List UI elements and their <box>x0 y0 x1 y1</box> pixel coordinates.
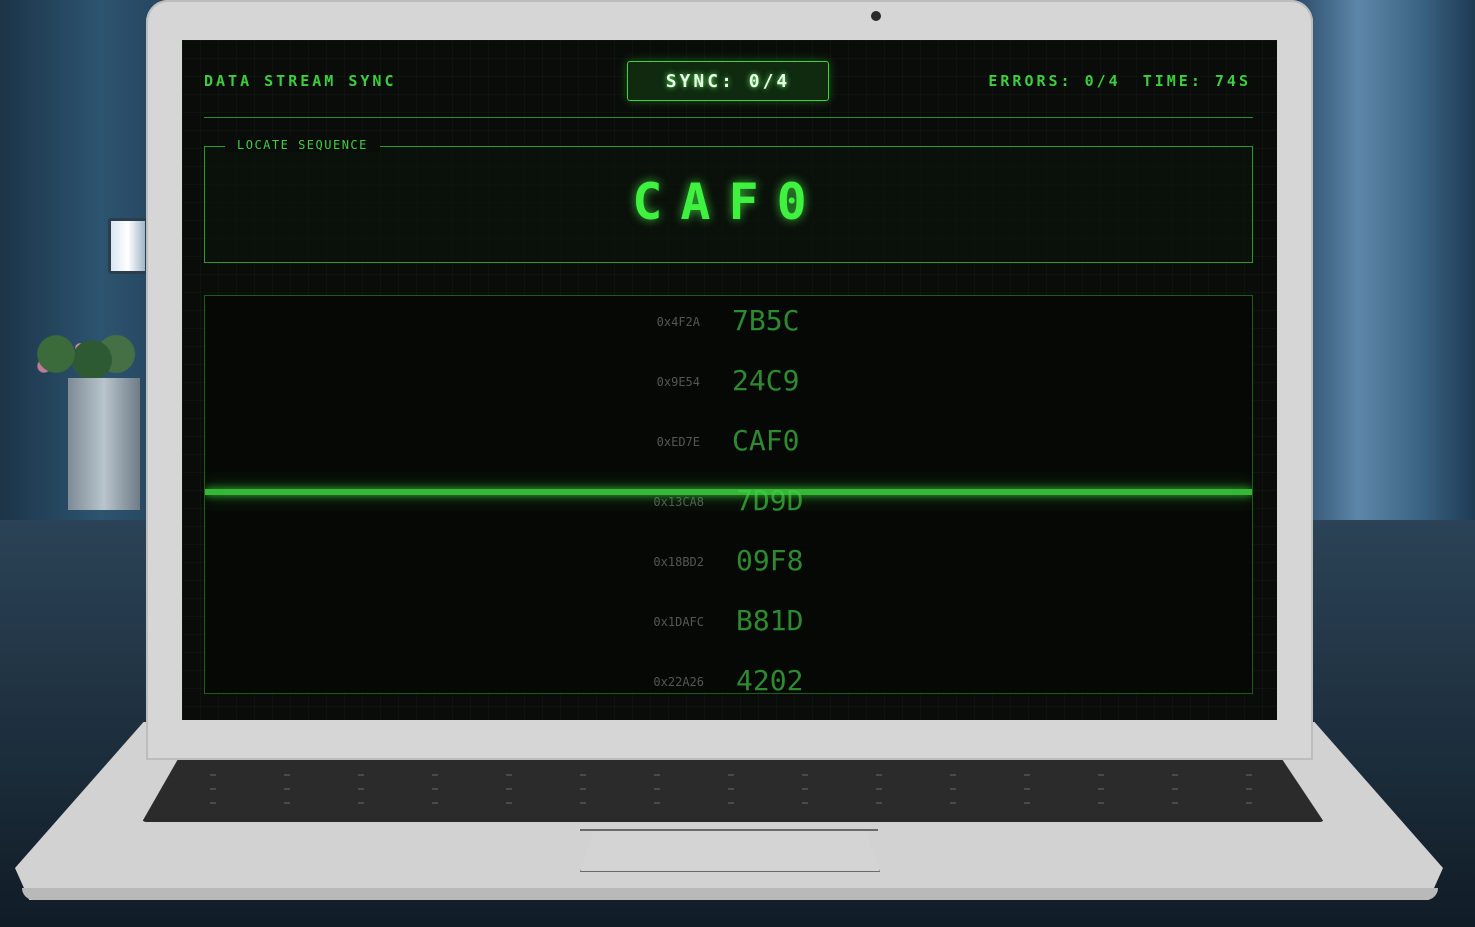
stream-code: 09F8 <box>736 544 804 577</box>
stream-row[interactable]: 0xED7E CAF0 <box>205 416 1252 476</box>
planter <box>68 378 140 510</box>
keyboard-row <box>142 774 1324 776</box>
stream-row[interactable]: 0x1DAFC B81D <box>205 596 1252 656</box>
minigame-screen: DATA STREAM SYNC SYNC: 0/4 ERRORS: 0/4 T… <box>182 40 1277 720</box>
stream-address: 0x4F2A <box>656 315 700 329</box>
stream-address: 0x22A26 <box>653 675 704 689</box>
stream-row[interactable]: 0x4F2A 7B5C <box>205 296 1252 356</box>
wall-lamp <box>108 218 148 274</box>
target-label: LOCATE SEQUENCE <box>225 138 380 152</box>
trackpad-edge <box>580 829 878 831</box>
data-stream[interactable]: 0x4F2A 7B5C 0x9E54 24C9 0xED7E CAF0 0x13… <box>204 295 1253 694</box>
laptop-base-edge <box>22 888 1438 900</box>
header-divider <box>204 117 1253 118</box>
stream-code: CAF0 <box>732 424 800 457</box>
time-remaining: TIME: 74S <box>1142 72 1251 90</box>
keyboard <box>142 760 1324 822</box>
stream-row[interactable]: 0x13CA8 7D9D <box>205 476 1252 536</box>
keyboard-row <box>142 802 1324 804</box>
status-bar: ERRORS: 0/4 TIME: 74S <box>988 72 1251 90</box>
stream-code: 4202 <box>736 664 804 694</box>
scan-line <box>205 489 1252 495</box>
keyboard-row <box>142 788 1324 790</box>
stream-code: 7B5C <box>732 304 800 337</box>
stream-address: 0x1DAFC <box>653 615 704 629</box>
stream-row[interactable]: 0x22A26 4202 <box>205 656 1252 694</box>
target-sequence: CAF0 <box>632 173 825 231</box>
stream-code: 24C9 <box>732 364 800 397</box>
stream-code: B81D <box>736 604 804 637</box>
errors-counter: ERRORS: 0/4 <box>988 72 1121 90</box>
stream-address: 0xED7E <box>656 435 700 449</box>
stream-address: 0x9E54 <box>656 375 700 389</box>
stream-row[interactable]: 0x18BD2 09F8 <box>205 536 1252 596</box>
game-title: DATA STREAM SYNC <box>204 72 397 90</box>
sync-counter: SYNC: 0/4 <box>627 61 829 101</box>
target-panel: LOCATE SEQUENCE CAF0 <box>204 138 1253 263</box>
camera-icon <box>871 11 881 21</box>
stream-address: 0x18BD2 <box>653 555 704 569</box>
stream-row[interactable]: 0x9E54 24C9 <box>205 356 1252 416</box>
trackpad <box>580 829 880 872</box>
stream-address: 0x13CA8 <box>653 495 704 509</box>
